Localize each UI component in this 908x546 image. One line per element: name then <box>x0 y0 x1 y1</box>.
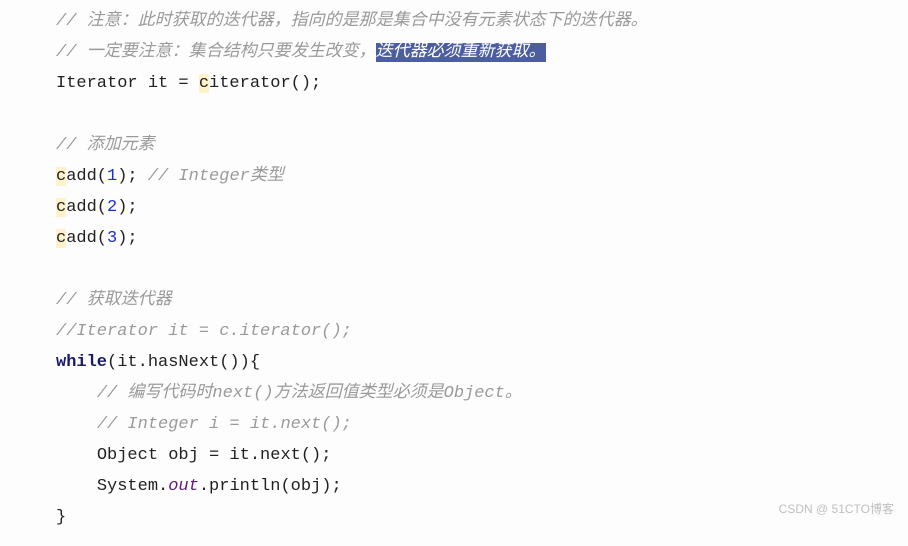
comment: // 一定要注意：集合结构只要发生改变， <box>56 43 376 62</box>
blank-line <box>56 254 908 285</box>
var-c: c <box>56 229 66 248</box>
brace-close: } <box>56 508 66 527</box>
code-line-7: cadd(2); <box>56 192 908 223</box>
comment: // 编写代码时next()方法返回值类型必须是Object。 <box>97 384 522 403</box>
code-line-14: // Integer i = it.next(); <box>56 409 908 440</box>
code-line-11: //Iterator it = c.iterator(); <box>56 316 908 347</box>
code-line-15: Object obj = it.next(); <box>56 440 908 471</box>
literal-2: 2 <box>107 198 117 217</box>
code-line-12: while(it.hasNext()){ <box>56 347 908 378</box>
var-c: c <box>56 167 66 186</box>
keyword-while: while <box>56 353 107 372</box>
code-line-10: // 获取迭代器 <box>56 285 908 316</box>
code-line-8: cadd(3); <box>56 223 908 254</box>
code-line-1: // 注意：此时获取的迭代器，指向的是那是集合中没有元素状态下的迭代器。 <box>56 6 908 37</box>
comment: //Iterator it = c.iterator(); <box>56 322 352 341</box>
code-line-6: cadd(1); // Integer类型 <box>56 161 908 192</box>
literal-3: 3 <box>107 229 117 248</box>
code-line-13: // 编写代码时next()方法返回值类型必须是Object。 <box>56 378 908 409</box>
code-line-2: // 一定要注意：集合结构只要发生改变，迭代器必须重新获取。 <box>56 37 908 68</box>
code-line-3: Iterator it = citerator(); <box>56 68 908 99</box>
comment: // Integer i = it.next(); <box>97 415 352 434</box>
comment: // Integer类型 <box>148 167 284 186</box>
code: Object obj = it.next(); <box>97 446 332 465</box>
code: Iterator it = <box>56 74 199 93</box>
code-line-5: // 添加元素 <box>56 130 908 161</box>
comment: // 添加元素 <box>56 136 155 155</box>
blank-line <box>56 99 908 130</box>
var-c: c <box>199 74 209 93</box>
watermark-text: CSDN @ 51CTO博客 <box>779 494 894 525</box>
literal-1: 1 <box>107 167 117 186</box>
comment: // 注意：此时获取的迭代器，指向的是那是集合中没有元素状态下的迭代器。 <box>56 12 648 31</box>
comment: // 获取迭代器 <box>56 291 172 310</box>
selected-text: 迭代器必须重新获取。 <box>376 43 546 62</box>
field-out: out <box>168 477 199 496</box>
var-c: c <box>56 198 66 217</box>
